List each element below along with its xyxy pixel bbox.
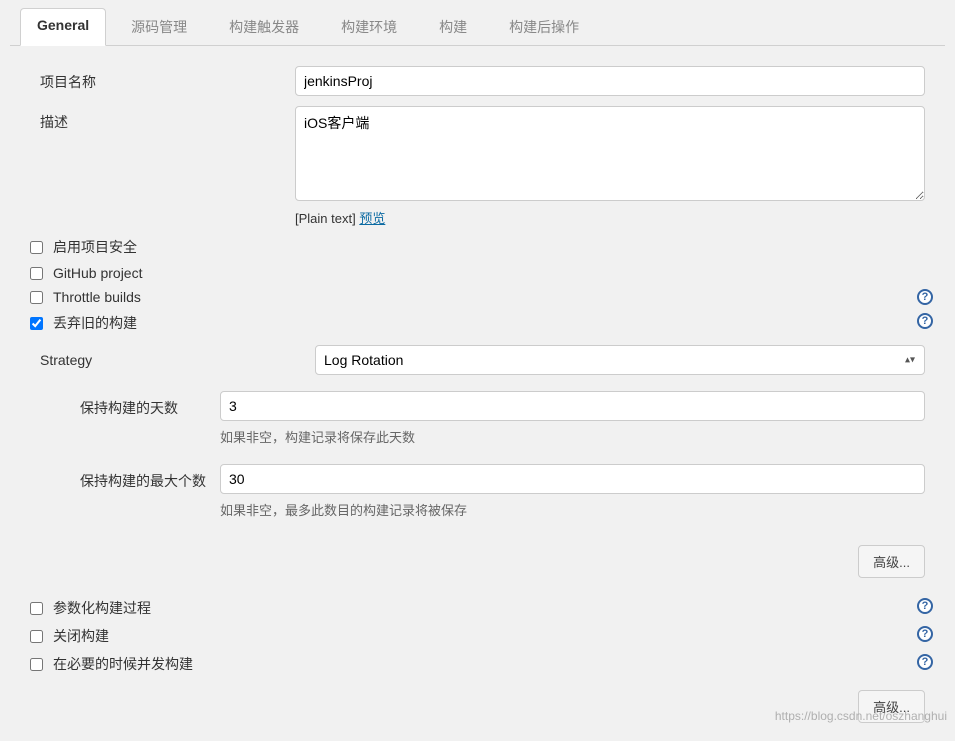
help-icon[interactable]: ? bbox=[917, 654, 933, 670]
project-name-label: 项目名称 bbox=[20, 66, 295, 92]
concurrent-label[interactable]: 在必要的时候并发构建 bbox=[53, 654, 193, 674]
bottom-advanced-button[interactable]: 高级... bbox=[858, 690, 925, 723]
tab-scm[interactable]: 源码管理 bbox=[114, 8, 204, 45]
config-tabs: General 源码管理 构建触发器 构建环境 构建 构建后操作 bbox=[10, 0, 945, 46]
help-icon[interactable]: ? bbox=[917, 598, 933, 614]
discard-old-label[interactable]: 丢弃旧的构建 bbox=[53, 313, 137, 333]
tab-triggers[interactable]: 构建触发器 bbox=[212, 8, 316, 45]
strategy-label: Strategy bbox=[40, 352, 315, 368]
help-icon[interactable]: ? bbox=[917, 626, 933, 642]
disable-build-checkbox[interactable] bbox=[30, 630, 43, 643]
tab-build[interactable]: 构建 bbox=[422, 8, 484, 45]
advanced-button[interactable]: 高级... bbox=[858, 545, 925, 578]
github-project-label[interactable]: GitHub project bbox=[53, 265, 142, 281]
description-format: [Plain text] bbox=[295, 211, 359, 226]
disable-build-label[interactable]: 关闭构建 bbox=[53, 626, 109, 646]
tab-post-build[interactable]: 构建后操作 bbox=[492, 8, 596, 45]
discard-old-checkbox[interactable] bbox=[30, 317, 43, 330]
strategy-select[interactable]: Log Rotation bbox=[315, 345, 925, 375]
parameterized-checkbox[interactable] bbox=[30, 602, 43, 615]
github-project-checkbox[interactable] bbox=[30, 267, 43, 280]
throttle-builds-checkbox[interactable] bbox=[30, 291, 43, 304]
enable-security-label[interactable]: 启用项目安全 bbox=[53, 237, 137, 257]
max-builds-label: 保持构建的最大个数 bbox=[80, 464, 220, 491]
tab-general[interactable]: General bbox=[20, 8, 106, 46]
description-label: 描述 bbox=[20, 106, 295, 132]
help-icon[interactable]: ? bbox=[917, 289, 933, 305]
description-textarea[interactable]: iOS客户端 bbox=[295, 106, 925, 201]
enable-security-checkbox[interactable] bbox=[30, 241, 43, 254]
concurrent-checkbox[interactable] bbox=[30, 658, 43, 671]
max-builds-input[interactable] bbox=[220, 464, 925, 494]
throttle-builds-label[interactable]: Throttle builds bbox=[53, 289, 141, 305]
preview-link[interactable]: 预览 bbox=[359, 211, 385, 226]
days-to-keep-label: 保持构建的天数 bbox=[80, 391, 220, 418]
project-name-input[interactable] bbox=[295, 66, 925, 96]
max-hint: 如果非空，最多此数目的构建记录将被保存 bbox=[220, 500, 925, 519]
parameterized-label[interactable]: 参数化构建过程 bbox=[53, 598, 151, 618]
days-to-keep-input[interactable] bbox=[220, 391, 925, 421]
help-icon[interactable]: ? bbox=[917, 313, 933, 329]
tab-build-env[interactable]: 构建环境 bbox=[324, 8, 414, 45]
days-hint: 如果非空，构建记录将保存此天数 bbox=[220, 427, 925, 446]
